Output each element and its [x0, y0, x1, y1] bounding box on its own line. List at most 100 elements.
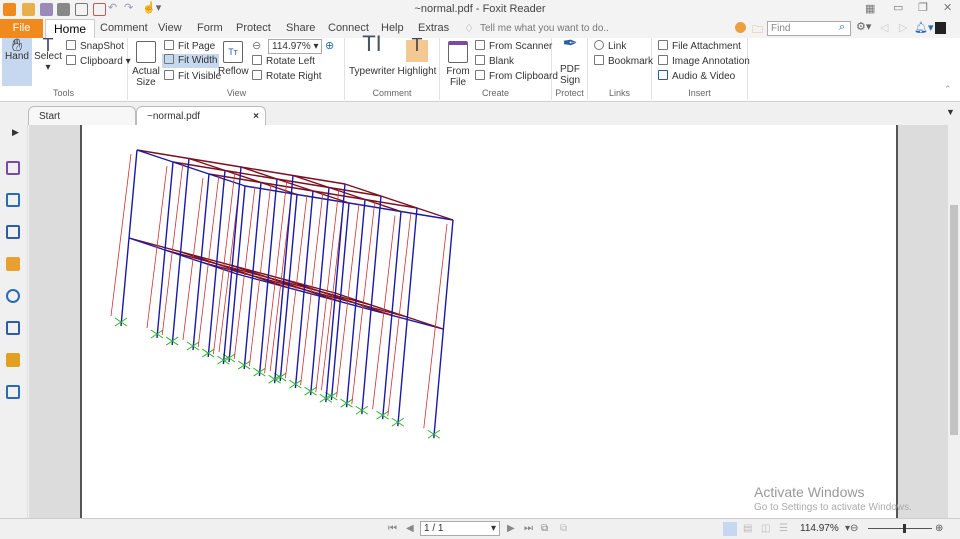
blank-button[interactable]: Blank — [475, 55, 514, 69]
signature-panel-icon[interactable] — [6, 321, 20, 335]
tell-me-input[interactable]: Tell me what you want to do.. — [480, 23, 609, 34]
tools-search-icon[interactable] — [6, 385, 20, 399]
from-file-icon — [448, 41, 468, 63]
pdf-sign-button[interactable]: ✒︎ PDF Sign — [554, 34, 586, 86]
tab-home[interactable]: Home — [45, 19, 96, 38]
collapse-ribbon-icon[interactable]: ⌃ — [944, 84, 952, 95]
tab-list-dropdown-icon[interactable]: ▼ — [946, 107, 955, 117]
menu-tabs: File Home Comment View Form Protect Shar… — [0, 19, 960, 38]
doc-tab-normal[interactable]: ~normal.pdf × — [136, 106, 266, 125]
tab-file[interactable]: File — [0, 19, 43, 38]
rotate-left-button[interactable]: Rotate Left — [252, 55, 315, 69]
close-tab-icon[interactable]: × — [253, 107, 259, 126]
highlight-button[interactable]: T Highlight — [397, 36, 437, 77]
zoom-slider-handle[interactable] — [903, 524, 907, 533]
zoom-out-icon[interactable]: ⊖ — [252, 39, 261, 52]
fit-visible-button[interactable]: Fit Visible — [164, 70, 221, 84]
snapshot-button[interactable]: SnapShot — [66, 40, 124, 54]
select-button[interactable]: T Select ▾ — [34, 35, 62, 73]
audio-video-label: Audio & Video — [672, 71, 736, 82]
tab-extras[interactable]: Extras — [410, 19, 457, 38]
file-attachment-button[interactable]: File Attachment — [658, 40, 741, 54]
rotate-right-button[interactable]: Rotate Right — [252, 70, 322, 84]
layers-icon[interactable] — [6, 225, 20, 239]
fit-width-button[interactable]: Fit Width — [162, 54, 220, 68]
extract-page-icon[interactable]: ⧉ — [560, 523, 567, 534]
minimize-button[interactable]: ▭ — [893, 1, 903, 14]
zoom-slider-track[interactable] — [868, 528, 932, 529]
zoom-select[interactable]: 114.97% ▾ — [268, 39, 322, 54]
image-icon — [658, 55, 668, 65]
hand-label: Hand — [5, 51, 29, 62]
blank-label: Blank — [489, 56, 515, 67]
fit-page-button[interactable]: Fit Page — [164, 40, 215, 54]
zoom-in-icon[interactable]: ⊕ — [325, 39, 334, 52]
from-file-button[interactable]: From File — [443, 38, 473, 88]
security-lock-icon[interactable] — [6, 353, 20, 367]
tab-help[interactable]: Help — [373, 19, 412, 38]
rotate-left-label: Rotate Left — [266, 56, 315, 67]
beam — [136, 149, 174, 163]
comments-icon[interactable] — [6, 257, 20, 271]
group-tools: ✋︎ Hand T Select ▾ SnapShot Clipboard ▾ Too… — [0, 35, 131, 100]
from-scanner-button[interactable]: From Scanner — [475, 40, 552, 54]
tab-protect[interactable]: Protect — [228, 19, 279, 38]
hand-button[interactable]: ✋︎ Hand — [2, 36, 32, 86]
bookmark-button[interactable]: Bookmark — [594, 55, 653, 69]
bell-icon[interactable]: 🔔︎▾ — [914, 21, 934, 34]
from-scanner-label: From Scanner — [489, 41, 553, 52]
attachments-icon[interactable] — [6, 289, 20, 303]
beam — [136, 149, 190, 160]
zoom-out-button[interactable]: ▾⊖ — [845, 523, 858, 534]
beam — [355, 302, 393, 317]
status-zoom-value: 114.97% — [800, 523, 839, 534]
scrollbar-thumb[interactable] — [950, 205, 958, 435]
group-label-tools: Tools — [52, 88, 74, 98]
link-button[interactable]: Link — [594, 40, 626, 54]
heart-icon[interactable] — [735, 22, 746, 33]
tab-connect[interactable]: Connect — [320, 19, 377, 38]
clipboard-button[interactable]: Clipboard ▾ — [66, 55, 131, 69]
gear-icon[interactable]: ⚙▾ — [856, 20, 871, 33]
tab-view[interactable]: View — [150, 19, 190, 38]
restore-button[interactable]: ❐ — [918, 1, 928, 14]
layout-icon[interactable]: ▦ — [865, 2, 875, 15]
zoom-in-button[interactable]: ⊕ — [935, 523, 943, 534]
insert-page-icon[interactable]: ⧉ — [541, 523, 548, 534]
page-number-input[interactable]: 1 / 1 ▾ — [420, 521, 500, 536]
continuous-view-icon[interactable]: ▤ — [743, 523, 752, 534]
image-annotation-button[interactable]: Image Annotation — [658, 55, 750, 69]
from-clipboard-button[interactable]: From Clipboard — [475, 70, 558, 84]
last-page-icon[interactable]: ⏭ — [524, 523, 533, 534]
typewriter-button[interactable]: TI Typewriter — [349, 31, 395, 78]
tab-share[interactable]: Share — [278, 19, 323, 38]
search-folder-icon[interactable]: 🗀 — [752, 21, 763, 40]
tab-comment[interactable]: Comment — [92, 19, 156, 38]
pdf-page — [80, 125, 898, 518]
facing-view-icon[interactable]: ◫ — [761, 523, 770, 534]
fit-visible-icon — [164, 70, 174, 80]
prev-page-icon[interactable]: ◀ — [406, 523, 414, 534]
rotate-right-label: Rotate Right — [266, 71, 322, 82]
first-page-icon[interactable]: ⏮ — [388, 523, 397, 534]
next-page-icon[interactable]: ▶ — [507, 523, 515, 534]
reflow-button[interactable]: Tт Reflow — [218, 38, 249, 77]
close-button[interactable]: ✕ — [943, 1, 952, 14]
document-view[interactable] — [29, 125, 948, 518]
select-icon: T — [42, 35, 54, 55]
pages-icon[interactable] — [6, 161, 20, 175]
back-icon[interactable]: ◁ — [880, 21, 888, 34]
continuous-facing-icon[interactable]: ☰ — [779, 523, 788, 534]
chevron-down-icon: ▾ — [45, 62, 51, 73]
actual-size-button[interactable]: Actual Size — [131, 38, 161, 88]
layers-panel-icon[interactable] — [6, 193, 20, 207]
tab-form[interactable]: Form — [189, 19, 231, 38]
user-avatar-icon[interactable] — [935, 22, 946, 34]
search-icon[interactable]: ⌕ — [839, 21, 845, 34]
forward-icon[interactable]: ▷ — [899, 21, 907, 34]
single-page-view-icon[interactable] — [723, 522, 737, 536]
doc-tab-start[interactable]: Start — [28, 106, 136, 125]
expand-sidebar-icon[interactable]: ▶ — [12, 127, 19, 138]
audio-video-button[interactable]: Audio & Video — [658, 70, 735, 84]
typewriter-icon: TI — [362, 31, 382, 56]
